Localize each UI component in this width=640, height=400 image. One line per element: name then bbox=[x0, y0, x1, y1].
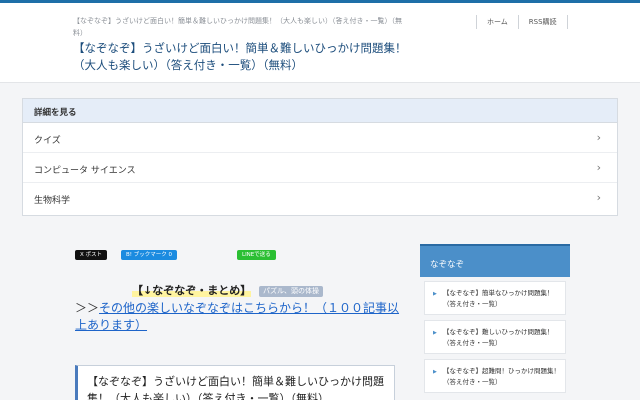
share-buttons: X ポスト B! ブックマーク 0 LINEで送る bbox=[75, 250, 285, 260]
category-badge[interactable]: パズル、頭の体操 bbox=[259, 286, 323, 297]
sidebar-item[interactable]: ▶ 【なぞなぞ】超難問！ひっかけ問題集！（答え付き・一覧） bbox=[424, 359, 566, 393]
category-tag-line: 【↓なぞなぞ・まとめ】 パズル、頭の体操 bbox=[132, 283, 352, 299]
top-nav: ホーム RSS購読 bbox=[476, 15, 568, 29]
nav-home-link[interactable]: ホーム bbox=[476, 15, 518, 29]
detail-item-quiz[interactable]: クイズ › bbox=[23, 123, 617, 153]
triangle-right-icon: ▶ bbox=[433, 330, 437, 336]
hatena-bookmark-button[interactable]: B! ブックマーク 0 bbox=[121, 250, 177, 260]
x-post-button[interactable]: X ポスト bbox=[75, 250, 108, 260]
detail-item-biology[interactable]: 生物科学 › bbox=[23, 183, 617, 213]
summary-heading: 【↓なぞなぞ・まとめ】 bbox=[132, 284, 252, 297]
triangle-right-icon: ▶ bbox=[433, 291, 437, 297]
sidebar-item-label: 【なぞなぞ】超難問！ひっかけ問題集！（答え付き・一覧） bbox=[443, 367, 560, 386]
line-share-button[interactable]: LINEで送る bbox=[237, 250, 276, 260]
chevron-right-icon: › bbox=[596, 191, 601, 204]
chevron-right-icon: › bbox=[596, 131, 601, 144]
sidebar-item-label: 【なぞなぞ】簡単なひっかけ問題集！（答え付き・一覧） bbox=[443, 289, 554, 308]
triangle-right-icon: ▶ bbox=[433, 369, 437, 375]
detail-item-label: コンピュータ サイエンス bbox=[34, 166, 136, 176]
sidebar-item[interactable]: ▶ 【なぞなぞ】簡単なひっかけ問題集！（答え付き・一覧） bbox=[424, 281, 566, 315]
detail-panel: 詳細を見る クイズ › コンピュータ サイエンス › 生物科学 › bbox=[22, 98, 618, 216]
site-description: 【なぞなぞ】うざいけど面白い！簡単＆難しいひっかけ問題集！（大人も楽しい）（答え… bbox=[73, 17, 402, 37]
sidebar-item-label: 【なぞなぞ】難しいひっかけ問題集！（答え付き・一覧） bbox=[443, 328, 554, 347]
more-riddles-link[interactable]: その他の楽しいなぞなぞはこちらから！（１００記事以上あります） bbox=[75, 301, 399, 332]
detail-item-computer-science[interactable]: コンピュータ サイエンス › bbox=[23, 153, 617, 183]
arrow-marks: ＞＞ bbox=[75, 301, 100, 315]
sidebar-item[interactable]: ▶ 【なぞなぞ】難しいひっかけ問題集！（答え付き・一覧） bbox=[424, 320, 566, 354]
chevron-right-icon: › bbox=[596, 161, 601, 174]
detail-item-label: クイズ bbox=[34, 136, 61, 146]
detail-item-label: 生物科学 bbox=[34, 196, 71, 206]
article-title: 【なぞなぞ】うざいけど面白い！簡単＆難しいひっかけ問題集！（大人も楽しい）（答え… bbox=[75, 365, 395, 400]
sidebar-widget: なぞなぞ ▶ 【なぞなぞ】簡単なひっかけ問題集！（答え付き・一覧） ▶ 【なぞな… bbox=[420, 244, 570, 400]
sidebar-heading: なぞなぞ bbox=[420, 244, 570, 277]
nav-rss-link[interactable]: RSS購読 bbox=[517, 15, 568, 29]
more-riddles: ＞＞その他の楽しいなぞなぞはこちらから！（１００記事以上あります） bbox=[75, 300, 405, 334]
site-header: 【なぞなぞ】うざいけど面白い！簡単＆難しいひっかけ問題集！（大人も楽しい）（答え… bbox=[0, 3, 640, 83]
detail-heading: 詳細を見る bbox=[23, 99, 617, 123]
site-title-link[interactable]: 【なぞなぞ】うざいけど面白い！簡単＆難しいひっかけ問題集！（大人も楽しい）（答え… bbox=[73, 40, 413, 74]
